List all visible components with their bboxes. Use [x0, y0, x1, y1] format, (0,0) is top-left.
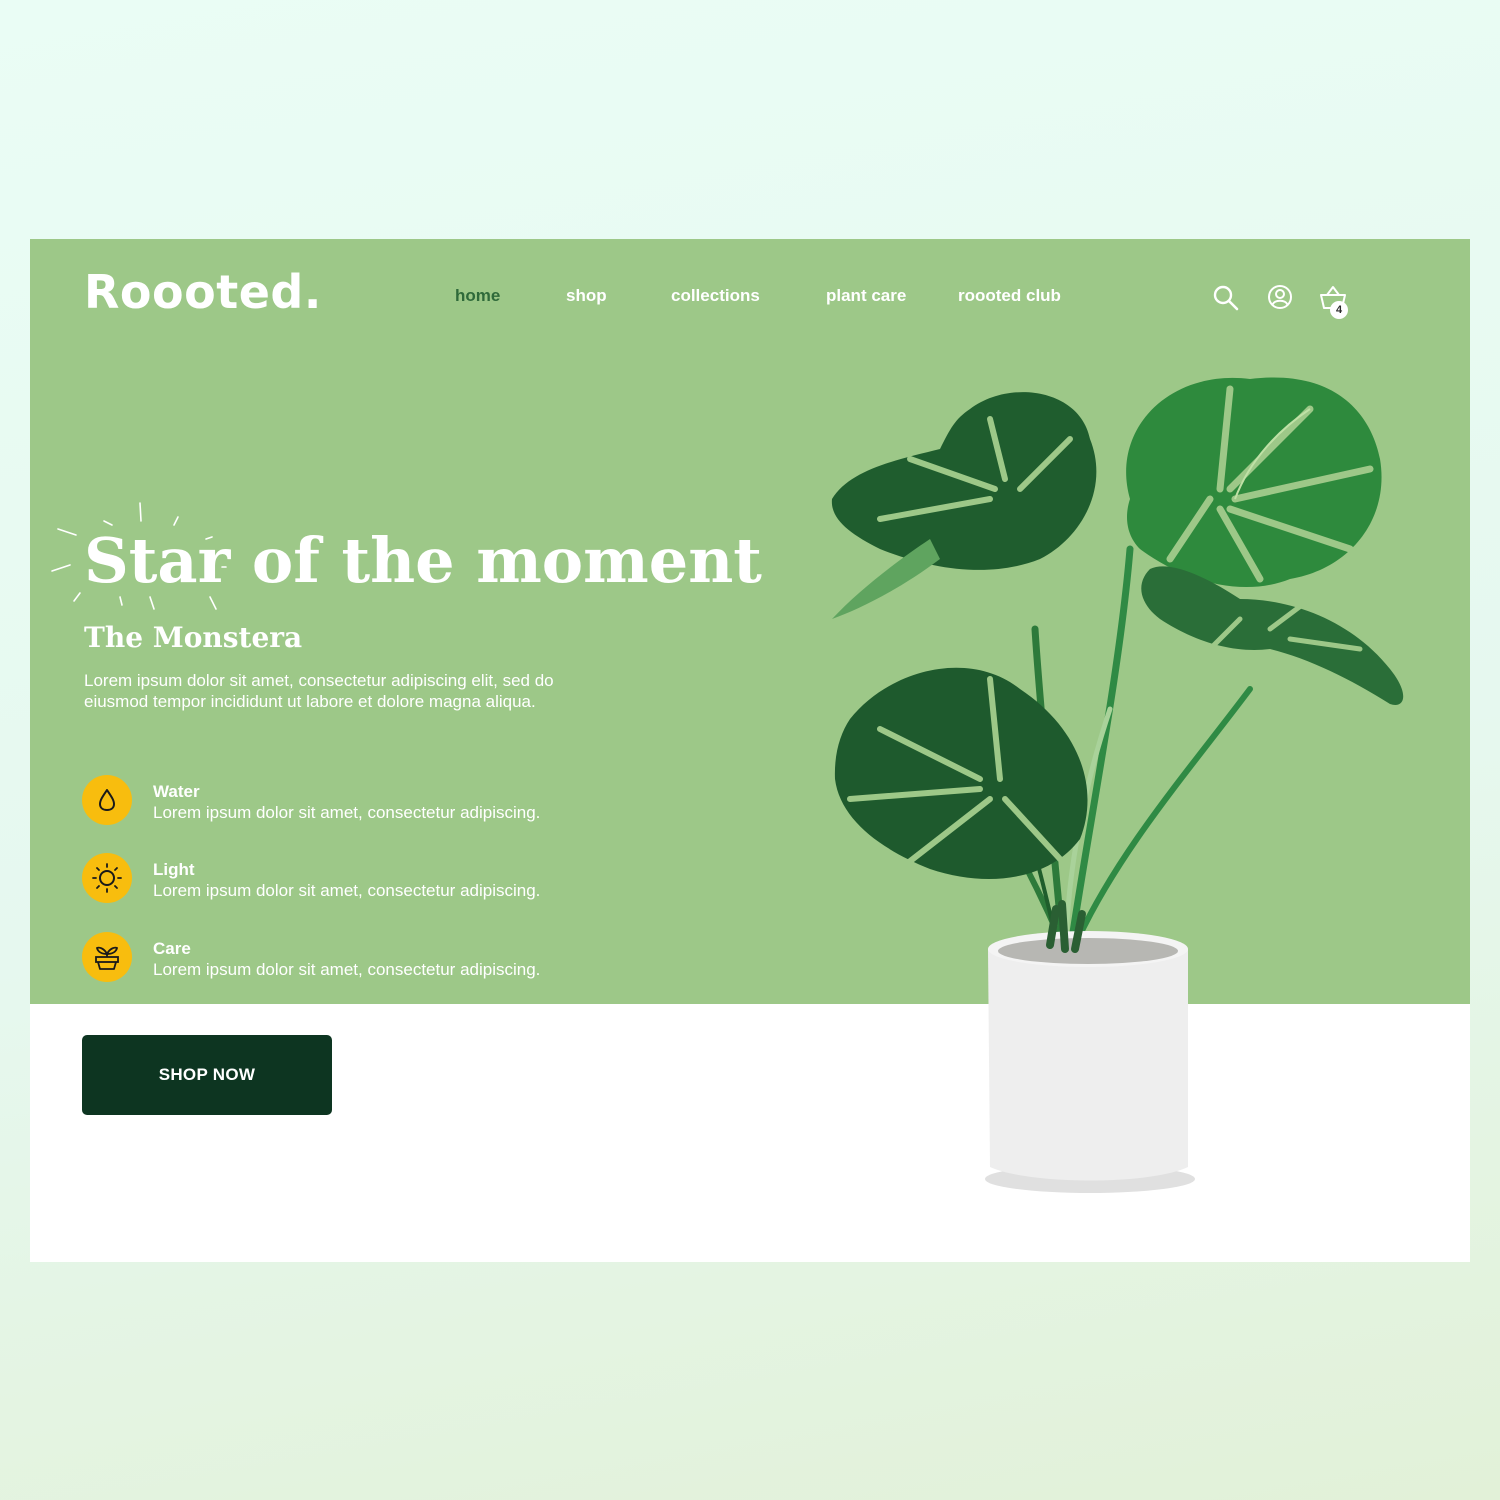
water-drop-icon: [82, 775, 132, 825]
feature-title: Water: [153, 782, 200, 801]
shop-now-button[interactable]: SHOP NOW: [82, 1035, 332, 1115]
nav-item-plant-care[interactable]: plant care: [826, 286, 906, 306]
nav-item-collections[interactable]: collections: [671, 286, 760, 306]
product-name: The Monstera: [84, 621, 303, 654]
plant-pot-icon: [82, 932, 132, 982]
brand-logo[interactable]: Roooted.: [84, 265, 322, 320]
hero-headline: Star of the moment: [84, 524, 762, 597]
sun-icon: [82, 853, 132, 903]
nav-item-home[interactable]: home: [455, 286, 500, 306]
feature-title: Light: [153, 860, 195, 879]
feature-care: Care Lorem ipsum dolor sit amet, consect…: [82, 932, 642, 984]
landing-page: Roooted. home shop collections plant car…: [30, 239, 1470, 1262]
user-icon[interactable]: [1265, 283, 1295, 313]
feature-light: Light Lorem ipsum dolor sit amet, consec…: [82, 853, 642, 905]
nav-item-shop[interactable]: shop: [566, 286, 607, 306]
nav-item-roooted-club[interactable]: roooted club: [958, 286, 1061, 306]
monstera-plant-image: [831, 377, 1404, 1193]
cart-count-badge: 4: [1330, 301, 1348, 319]
feature-water: Water Lorem ipsum dolor sit amet, consec…: [82, 775, 642, 827]
search-icon[interactable]: [1211, 283, 1241, 313]
feature-text: Lorem ipsum dolor sit amet, consectetur …: [153, 960, 541, 979]
product-description: Lorem ipsum dolor sit amet, consectetur …: [84, 671, 554, 711]
feature-title: Care: [153, 939, 191, 958]
feature-text: Lorem ipsum dolor sit amet, consectetur …: [153, 881, 541, 900]
feature-text: Lorem ipsum dolor sit amet, consectetur …: [153, 803, 541, 822]
